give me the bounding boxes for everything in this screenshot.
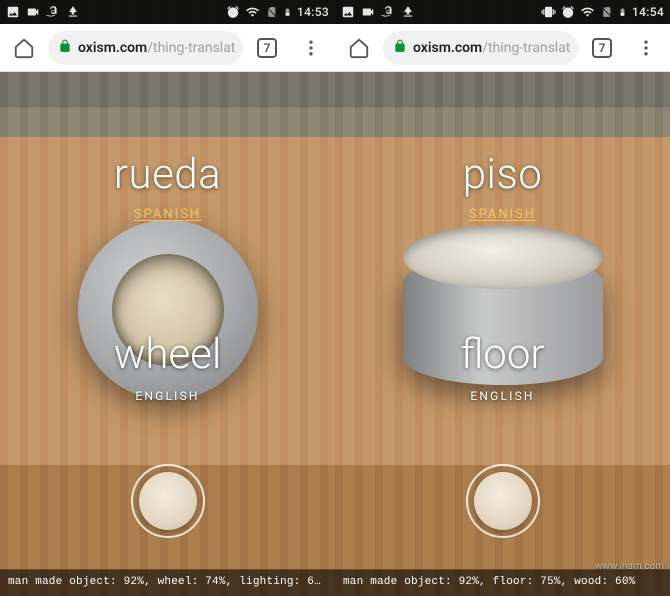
predictions-bar: man made object: 92%, floor: 75%, wood: … bbox=[335, 569, 670, 596]
lock-icon bbox=[393, 39, 407, 57]
alarm-icon bbox=[226, 5, 240, 19]
predictions-bar: man made object: 92%, wheel: 74%, lighti… bbox=[0, 569, 335, 596]
amazon-icon bbox=[381, 5, 395, 19]
amazon-icon bbox=[46, 5, 60, 19]
browser-chrome: oxism.com/thing-translat 7 bbox=[0, 24, 335, 72]
wifi-icon bbox=[580, 5, 595, 19]
battery-icon bbox=[283, 5, 292, 19]
video-icon bbox=[26, 5, 40, 19]
video-icon bbox=[361, 5, 375, 19]
watermark-text: www.iham.com bbox=[595, 561, 664, 572]
home-button[interactable] bbox=[4, 28, 44, 68]
wifi-icon bbox=[245, 5, 260, 19]
lock-icon bbox=[58, 39, 72, 57]
address-bar[interactable]: oxism.com/thing-translat bbox=[48, 31, 243, 65]
phone-screenshot-right: 14:54 oxism.com/thing-translat 7 piso SP… bbox=[335, 0, 670, 596]
more-menu-button[interactable] bbox=[626, 28, 666, 68]
tab-count-badge: 7 bbox=[592, 38, 612, 58]
no-sim-icon bbox=[600, 5, 613, 19]
tabs-button[interactable]: 7 bbox=[582, 28, 622, 68]
capture-button[interactable] bbox=[466, 464, 540, 538]
url-path: /thing-translat bbox=[147, 40, 235, 56]
tabs-button[interactable]: 7 bbox=[247, 28, 287, 68]
alarm-icon bbox=[561, 5, 575, 19]
battery-icon bbox=[618, 5, 627, 19]
home-button[interactable] bbox=[339, 28, 379, 68]
status-time: 14:53 bbox=[297, 5, 329, 19]
capture-button[interactable] bbox=[131, 464, 205, 538]
source-word: wheel bbox=[114, 330, 222, 379]
source-language-label: ENGLISH bbox=[470, 389, 534, 403]
target-language-link[interactable]: SPANISH bbox=[469, 207, 536, 222]
url-domain: oxism.com bbox=[413, 40, 482, 56]
app-update-icon bbox=[66, 5, 80, 19]
translated-word: piso bbox=[463, 150, 543, 199]
source-word: floor bbox=[460, 330, 544, 379]
browser-chrome: oxism.com/thing-translat 7 bbox=[335, 24, 670, 72]
more-menu-button[interactable] bbox=[291, 28, 331, 68]
app-update-icon bbox=[401, 5, 415, 19]
status-bar: 14:54 bbox=[335, 0, 670, 24]
address-bar[interactable]: oxism.com/thing-translat bbox=[383, 31, 578, 65]
vibrate-icon bbox=[541, 5, 556, 19]
phone-screenshot-left: 14:53 oxism.com/thing-translat 7 rueda S… bbox=[0, 0, 335, 596]
target-language-link[interactable]: SPANISH bbox=[134, 207, 201, 222]
status-bar: 14:53 bbox=[0, 0, 335, 24]
source-language-label: ENGLISH bbox=[135, 389, 199, 403]
url-domain: oxism.com bbox=[78, 40, 147, 56]
translated-word: rueda bbox=[114, 150, 221, 199]
image-icon bbox=[341, 5, 355, 19]
tab-count-badge: 7 bbox=[257, 38, 277, 58]
no-sim-icon bbox=[265, 5, 278, 19]
image-icon bbox=[6, 5, 20, 19]
url-path: /thing-translat bbox=[482, 40, 570, 56]
status-time: 14:54 bbox=[632, 5, 664, 19]
